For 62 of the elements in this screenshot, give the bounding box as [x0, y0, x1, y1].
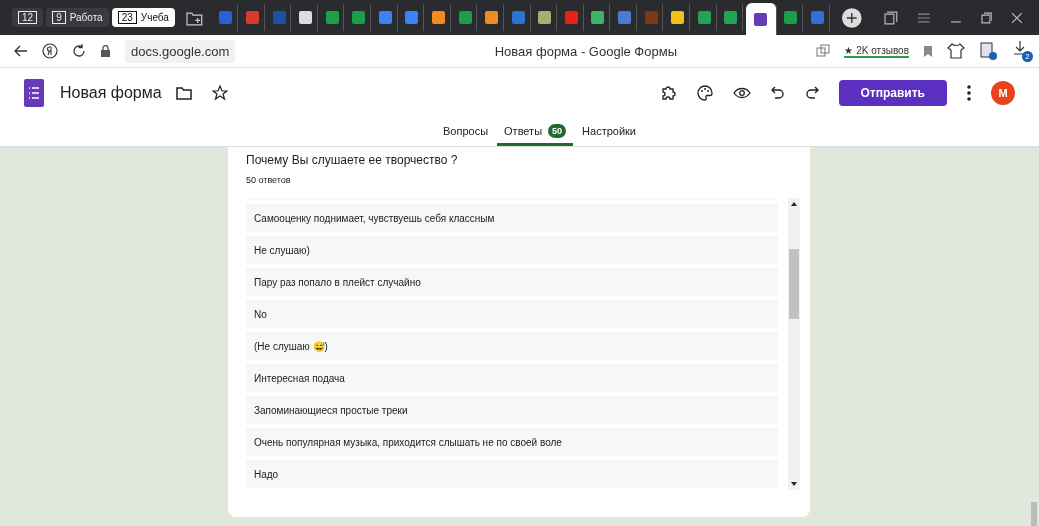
address-field[interactable]: docs.google.com — [125, 39, 236, 63]
answer-row: Очень популярная музыка, приходится слышать не по своей воле — [246, 428, 778, 456]
answer-row: Не слушаю) — [246, 236, 778, 264]
puzzle-icon[interactable] — [660, 85, 677, 101]
count-badge: 50 — [548, 123, 567, 138]
group-count: 12 — [18, 11, 38, 24]
form-title[interactable]: Новая форма — [60, 84, 162, 102]
browser-tab[interactable] — [746, 3, 777, 35]
group-label: Учеба — [140, 12, 169, 23]
form-tab[interactable]: Вопросы — [436, 118, 496, 146]
group-count: 23 — [117, 11, 137, 24]
scroll-up-icon[interactable] — [790, 201, 798, 207]
eye-icon[interactable] — [732, 87, 751, 99]
bookmark-icon[interactable] — [923, 44, 933, 58]
tab-group[interactable]: 23 Учеба — [111, 8, 175, 27]
download-count: 2 — [1022, 51, 1033, 62]
forms-logo-icon[interactable] — [24, 79, 44, 107]
tabs-icon[interactable] — [884, 10, 899, 25]
add-tab-icon[interactable] — [840, 6, 863, 29]
undo-icon[interactable] — [770, 86, 785, 100]
back-icon[interactable] — [14, 44, 28, 58]
restore-icon[interactable] — [980, 11, 993, 24]
form-tab[interactable]: Настройки — [575, 118, 643, 146]
answer-row: Надо — [246, 460, 778, 488]
send-button[interactable]: Отправить — [838, 80, 947, 106]
avatar[interactable]: M — [991, 81, 1015, 105]
question-title: Почему Вы слушаете ее творчество ? — [246, 153, 459, 167]
star-icon[interactable] — [211, 85, 228, 101]
answer-row: No — [246, 300, 778, 328]
palette-icon[interactable] — [696, 85, 713, 101]
answer-row: Пару раз попало в плейст случайно — [246, 268, 778, 296]
new-group-icon[interactable] — [185, 9, 204, 26]
answer-row: Самооценку поднимает, чувствуешь себя классным — [246, 204, 778, 232]
reviews-link[interactable]: ★ 2K отзывов — [844, 44, 909, 58]
picture-in-picture-icon[interactable] — [979, 42, 999, 60]
answer-row: (Не слушаю 😅) — [246, 332, 778, 360]
group-label: Работа — [69, 12, 103, 23]
download-icon — [1013, 40, 1027, 56]
reload-icon[interactable] — [72, 44, 86, 58]
yandex-icon[interactable] — [42, 43, 58, 59]
folder-icon[interactable] — [175, 86, 192, 100]
tab-group[interactable]: 12 — [12, 8, 44, 27]
download-button[interactable]: 2 — [1013, 40, 1033, 62]
close-icon[interactable] — [1011, 11, 1024, 24]
group-count: 9 — [52, 11, 66, 24]
redo-icon[interactable] — [804, 86, 819, 100]
page-scrollbar[interactable] — [1031, 502, 1037, 526]
tab-label: Вопросы — [443, 124, 489, 137]
tab-label: Ответы — [504, 124, 543, 137]
more-icon[interactable] — [967, 85, 971, 101]
response-count: 50 ответов — [246, 175, 292, 185]
tab-group[interactable]: 9 Работа — [46, 8, 109, 27]
tab-label: Настройки — [582, 124, 636, 137]
shirt-icon[interactable] — [947, 43, 965, 59]
scroll-thumb[interactable] — [789, 249, 799, 319]
lock-icon — [100, 45, 111, 57]
page-title: Новая форма - Google Формы — [493, 43, 678, 59]
answer-row: Запоминающиеся простые треки — [246, 396, 778, 424]
scroll-down-icon[interactable] — [790, 481, 798, 487]
answer-row: Интересная подача — [246, 364, 778, 392]
scrollbar[interactable] — [788, 198, 800, 490]
menu-icon[interactable] — [917, 11, 931, 24]
